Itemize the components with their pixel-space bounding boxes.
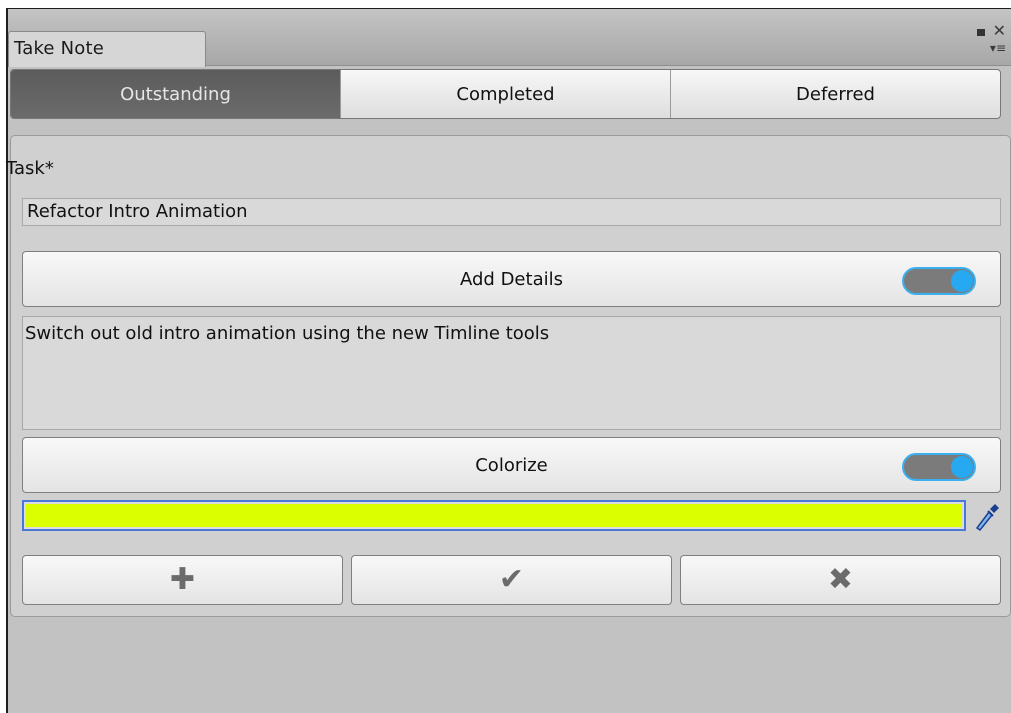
action-buttons: ✚ ✔ ✖ bbox=[22, 555, 1001, 605]
details-textarea[interactable]: Switch out old intro animation using the… bbox=[22, 316, 1001, 430]
checkmark-icon: ✔ bbox=[498, 562, 525, 597]
eyedropper-icon[interactable] bbox=[971, 500, 1001, 532]
toggle-knob bbox=[951, 456, 973, 478]
add-details-button[interactable]: Add Details bbox=[22, 251, 1001, 307]
add-button[interactable]: ✚ bbox=[22, 555, 343, 605]
plus-icon: ✚ bbox=[169, 562, 196, 597]
window-menu-icon[interactable]: ▾≡ bbox=[990, 42, 1006, 54]
tab-deferred[interactable]: Deferred bbox=[671, 70, 1000, 118]
add-details-label: Add Details bbox=[460, 268, 563, 290]
close-icon[interactable]: ✕ bbox=[993, 23, 1006, 39]
colorize-label: Colorize bbox=[475, 454, 548, 476]
task-input[interactable]: Refactor Intro Animation bbox=[22, 198, 1001, 226]
tab-outstanding[interactable]: Outstanding bbox=[11, 70, 341, 118]
color-swatch bbox=[26, 504, 962, 527]
task-label: Task* bbox=[6, 158, 54, 179]
cross-icon: ✖ bbox=[827, 562, 854, 597]
complete-button[interactable]: ✔ bbox=[351, 555, 672, 605]
details-toggle[interactable] bbox=[902, 267, 976, 295]
tab-completed[interactable]: Completed bbox=[341, 70, 671, 118]
colorize-toggle[interactable] bbox=[902, 453, 976, 481]
window-tab-title[interactable]: Take Note bbox=[8, 31, 206, 67]
status-tabs: Outstanding Completed Deferred bbox=[10, 69, 1001, 119]
colorize-button[interactable]: Colorize bbox=[22, 437, 1001, 493]
delete-button[interactable]: ✖ bbox=[680, 555, 1001, 605]
title-bar: Take Note ✕ ▾≡ bbox=[8, 9, 1011, 67]
toggle-knob bbox=[951, 270, 973, 292]
color-field[interactable] bbox=[22, 500, 966, 531]
maximize-icon[interactable] bbox=[977, 29, 985, 36]
